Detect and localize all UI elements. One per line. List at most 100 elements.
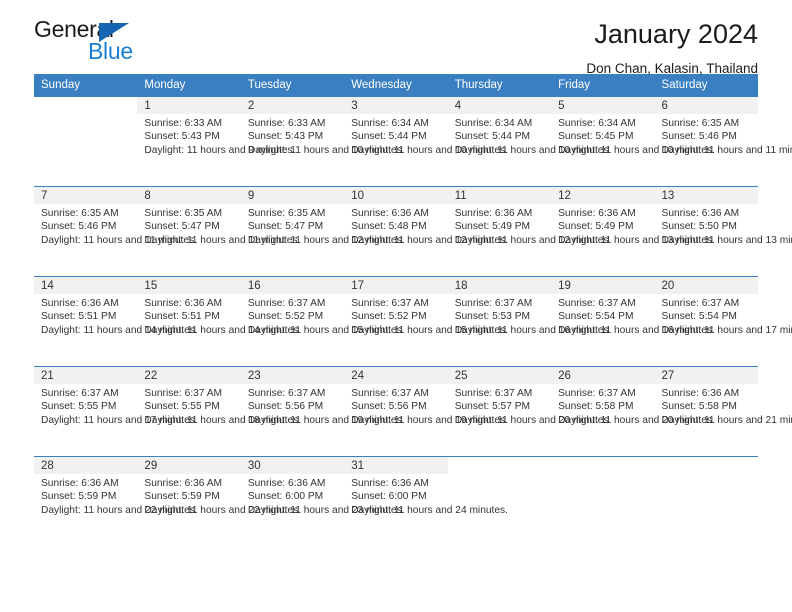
day-number: 21 [34,367,138,384]
calendar-day-cell[interactable]: 19 Sunrise: 6:37 AM Sunset: 5:54 PM Dayligh… [551,276,715,366]
sunset-text: Sunset: 5:59 PM [41,491,117,503]
calendar-day-cell[interactable]: 18 Sunrise: 6:37 AM Sunset: 5:53 PM Dayligh… [447,276,612,366]
calendar-day-cell[interactable]: 6 Sunrise: 6:35 AM Sunset: 5:46 PM Daylight… [654,96,792,186]
calendar-day-cell[interactable]: 8 Sunrise: 6:35 AM Sunset: 5:47 PM Daylight… [137,186,300,276]
day-number: 29 [137,457,241,474]
page-title: January 2024 [594,19,758,49]
calendar-day-cell[interactable]: 25 Sunrise: 6:37 AM Sunset: 5:57 PM Dayligh… [447,366,611,456]
day-cell-inner: 6 Sunrise: 6:35 AM Sunset: 5:46 PM Daylight… [654,96,792,186]
sunset-text: Sunset: 5:54 PM [661,311,737,323]
daylight-text: Daylight: 11 hours and 20 minutes. [558,414,715,426]
calendar-day-cell[interactable]: 27 Sunrise: 6:36 AM Sunset: 5:58 PM Dayligh… [654,366,792,456]
calendar-day-cell[interactable]: 17 Sunrise: 6:37 AM Sunset: 5:52 PM Dayligh… [344,276,508,366]
calendar-day-cell[interactable]: 20 Sunrise: 6:37 AM Sunset: 5:54 PM Dayligh… [654,276,792,366]
calendar-day-cell[interactable]: 24 Sunrise: 6:37 AM Sunset: 5:56 PM Dayligh… [344,366,508,456]
day-number: 11 [447,187,552,204]
calendar-day-cell[interactable]: 12 Sunrise: 6:36 AM Sunset: 5:49 PM Dayligh… [551,186,715,276]
sunrise-text: Sunrise: 6:37 AM [247,388,326,399]
calendar-day-cell[interactable]: 9 Sunrise: 6:35 AM Sunset: 5:47 PM Daylight… [240,186,405,276]
general-blue-logo[interactable]: General Blue [34,18,154,70]
calendar-day-cell[interactable]: 29 Sunrise: 6:36 AM Sunset: 5:59 PM Dayligh… [137,456,301,546]
sunset-text: Sunset: 5:45 PM [558,131,634,143]
calendar-day-cell[interactable]: 3 Sunrise: 6:34 AM Sunset: 5:44 PM Daylight… [344,96,508,186]
sunrise-text: Sunrise: 6:37 AM [454,298,533,309]
daylight-text: Daylight: 11 hours and 11 minutes. [661,144,792,156]
sunset-text: Sunset: 5:56 PM [351,401,427,413]
day-cell-inner: 26 Sunrise: 6:37 AM Sunset: 5:58 PM Dayligh… [551,366,715,456]
day-number: 19 [551,277,655,294]
daylight-text: Daylight: 11 hours and 10 minutes. [454,144,612,156]
calendar-day-cell[interactable]: 5 Sunrise: 6:34 AM Sunset: 5:45 PM Daylight… [551,96,715,186]
sunset-text: Sunset: 5:51 PM [144,311,220,323]
sunrise-text: Sunrise: 6:35 AM [247,208,326,219]
day-sun-info: Sunrise: 6:37 AM Sunset: 5:52 PM Daylight:… [344,294,508,337]
calendar-day-cell[interactable]: 21 Sunrise: 6:37 AM Sunset: 5:55 PM Dayligh… [34,366,198,456]
calendar-day-cell[interactable]: 26 Sunrise: 6:37 AM Sunset: 5:58 PM Dayligh… [551,366,715,456]
calendar-day-cell[interactable]: 31 Sunrise: 6:36 AM Sunset: 6:00 PM Dayligh… [344,456,508,546]
sunset-text: Sunset: 5:55 PM [144,401,220,413]
day-number: 30 [240,457,345,474]
day-number: 17 [344,277,448,294]
day-number: 10 [344,187,448,204]
daylight-text: Daylight: 11 hours and 19 minutes. [247,414,405,426]
day-number: 24 [344,367,448,384]
sunset-text: Sunset: 5:52 PM [247,311,324,323]
day-cell-inner: 17 Sunrise: 6:37 AM Sunset: 5:52 PM Dayligh… [344,276,508,366]
day-cell-inner: 30 Sunrise: 6:36 AM Sunset: 6:00 PM Dayligh… [240,456,405,546]
calendar-day-cell[interactable]: 11 Sunrise: 6:36 AM Sunset: 5:49 PM Dayligh… [447,186,611,276]
calendar-body: 1 Sunrise: 6:33 AM Sunset: 5:43 PM Daylight… [34,96,792,546]
calendar-day-cell[interactable]: 7 Sunrise: 6:35 AM Sunset: 5:46 PM Daylight… [34,186,197,276]
calendar-day-cell[interactable]: 10 Sunrise: 6:36 AM Sunset: 5:48 PM Dayligh… [344,186,508,276]
sunrise-text: Sunrise: 6:36 AM [661,208,740,219]
weekday-header-thursday: Thursday [447,74,552,96]
sunrise-text: Sunrise: 6:34 AM [454,118,533,129]
sunrise-text: Sunrise: 6:37 AM [247,298,326,309]
day-sun-info: Sunrise: 6:35 AM Sunset: 5:47 PM Daylight:… [137,204,300,247]
day-number: 6 [654,97,758,114]
calendar-day-cell[interactable]: 2 Sunrise: 6:33 AM Sunset: 5:43 PM Daylight… [240,96,405,186]
day-cell-inner: 1 Sunrise: 6:33 AM Sunset: 5:43 PM Daylight… [137,96,295,186]
sunset-text: Sunset: 5:54 PM [558,311,634,323]
day-cell-inner: 9 Sunrise: 6:35 AM Sunset: 5:47 PM Daylight… [240,186,405,276]
day-cell-inner: 29 Sunrise: 6:36 AM Sunset: 5:59 PM Dayligh… [137,456,301,546]
day-sun-info: Sunrise: 6:35 AM Sunset: 5:46 PM Daylight:… [655,114,792,157]
calendar-day-cell[interactable]: 13 Sunrise: 6:36 AM Sunset: 5:50 PM Dayligh… [654,186,792,276]
sunrise-text: Sunrise: 6:36 AM [351,478,429,489]
sunset-text: Sunset: 5:47 PM [144,221,220,233]
calendar-day-cell[interactable]: 14 Sunrise: 6:36 AM Sunset: 5:51 PM Dayligh… [34,276,198,366]
sunrise-text: Sunrise: 6:33 AM [144,118,223,129]
sunrise-text: Sunrise: 6:33 AM [247,118,326,129]
calendar-week-row: 28 Sunrise: 6:36 AM Sunset: 5:59 PM Dayligh… [34,456,758,546]
day-number: 18 [447,277,552,294]
day-cell-inner: 23 Sunrise: 6:37 AM Sunset: 5:56 PM Dayligh… [240,366,405,456]
day-sun-info: Sunrise: 6:37 AM Sunset: 5:53 PM Daylight:… [448,294,612,337]
page-header: General Blue January 2024 Don Chan, Kala… [34,0,758,76]
calendar-day-cell[interactable]: 16 Sunrise: 6:37 AM Sunset: 5:52 PM Dayligh… [240,276,405,366]
calendar-day-cell[interactable]: 1 Sunrise: 6:33 AM Sunset: 5:43 PM Daylight… [137,96,295,186]
weekday-header-tuesday: Tuesday [240,74,345,96]
calendar-week-row: 14 Sunrise: 6:36 AM Sunset: 5:51 PM Dayligh… [34,276,792,366]
calendar-day-cell[interactable]: 15 Sunrise: 6:36 AM Sunset: 5:51 PM Dayligh… [137,276,301,366]
day-sun-info: Sunrise: 6:36 AM Sunset: 5:50 PM Daylight:… [655,204,792,247]
calendar-day-cell[interactable]: 23 Sunrise: 6:37 AM Sunset: 5:56 PM Dayligh… [240,366,405,456]
calendar-day-cell[interactable]: 30 Sunrise: 6:36 AM Sunset: 6:00 PM Dayligh… [240,456,405,546]
daylight-text: Daylight: 11 hours and 16 minutes. [454,324,612,336]
calendar-day-cell[interactable]: 22 Sunrise: 6:37 AM Sunset: 5:55 PM Dayligh… [137,366,301,456]
daylight-text: Daylight: 11 hours and 15 minutes. [247,324,405,336]
logo-word-blue: Blue [88,38,133,64]
day-sun-info: Sunrise: 6:35 AM Sunset: 5:47 PM Daylight:… [241,204,405,247]
daylight-text: Daylight: 11 hours and 19 minutes. [351,414,508,426]
day-cell-inner: 21 Sunrise: 6:37 AM Sunset: 5:55 PM Dayligh… [34,366,198,456]
day-sun-info: Sunrise: 6:37 AM Sunset: 5:54 PM Daylight:… [655,294,792,337]
sunrise-text: Sunrise: 6:36 AM [41,298,119,309]
daylight-text: Daylight: 11 hours and 10 minutes. [558,144,715,156]
calendar-day-cell[interactable]: 28 Sunrise: 6:36 AM Sunset: 5:59 PM Dayligh… [34,456,198,546]
calendar-day-cell[interactable]: 4 Sunrise: 6:34 AM Sunset: 5:44 PM Daylight… [447,96,612,186]
calendar-table: Sunday Monday Tuesday Wednesday Thursday Frid… [34,74,792,546]
daylight-text: Daylight: 11 hours and 21 minutes. [661,414,792,426]
calendar-cell-empty [654,456,758,546]
day-sun-info: Sunrise: 6:36 AM Sunset: 5:49 PM Daylight:… [551,204,715,247]
day-sun-info: Sunrise: 6:37 AM Sunset: 5:52 PM Daylight:… [241,294,405,337]
sunrise-text: Sunrise: 6:34 AM [558,118,636,129]
location-subtitle: Don Chan, Kalasin, Thailand [586,60,758,76]
